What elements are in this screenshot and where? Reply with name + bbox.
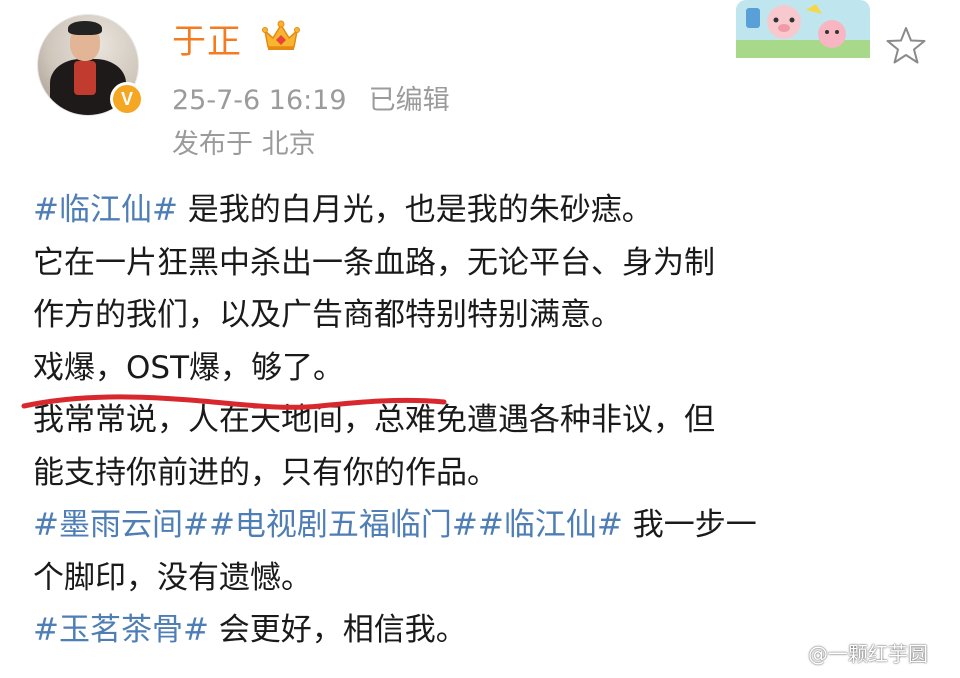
edited-label[interactable]: 已编辑 — [369, 85, 450, 116]
crown-icon — [262, 20, 300, 50]
hashtag-link[interactable]: #临江仙# — [478, 507, 623, 543]
content-text: 是我的白月光，也是我的朱砂痣。 — [177, 192, 653, 228]
content-text: 会更好，相信我。 — [208, 612, 467, 648]
hashtag-link[interactable]: #玉茗茶骨# — [33, 612, 209, 648]
post-meta: 25-7-6 16:19 已编辑 — [172, 78, 450, 117]
content-line: 个脚印，没有遗憾。 — [33, 559, 312, 596]
content-line: #临江仙# 是我的白月光，也是我的朱砂痣。 — [33, 184, 933, 237]
watermark-text: @一颗红芋圆 — [808, 642, 928, 666]
weibo-logo-icon — [775, 642, 803, 664]
verified-badge-icon: V — [110, 82, 144, 116]
red-underline-annotation — [21, 394, 447, 410]
sticker-decoration — [736, 0, 870, 58]
avatar[interactable]: V — [37, 14, 144, 120]
hashtag-link[interactable]: #电视剧五福临门# — [209, 507, 478, 543]
content-line: #墨雨云间##电视剧五福临门##临江仙# 我一步一 — [33, 499, 933, 552]
content-line: 它在一片狂黑中杀出一条血路，无论平台、身为制 — [33, 244, 715, 281]
content-line: 能支持你前进的，只有你的作品。 — [33, 454, 498, 491]
watermark: @一颗红芋圆 — [774, 638, 928, 667]
star-icon[interactable] — [884, 24, 928, 68]
hashtag-link[interactable]: #墨雨云间# — [33, 507, 209, 543]
content-text: 我一步一 — [622, 507, 757, 543]
hashtag-link[interactable]: #临江仙# — [33, 192, 178, 228]
post-timestamp: 25-7-6 16:19 — [172, 85, 347, 116]
username[interactable]: 于正 — [172, 14, 242, 63]
content-line: 作方的我们，以及广告商都特别特别满意。 — [33, 297, 622, 333]
post-location: 发布于 北京 — [172, 129, 316, 160]
